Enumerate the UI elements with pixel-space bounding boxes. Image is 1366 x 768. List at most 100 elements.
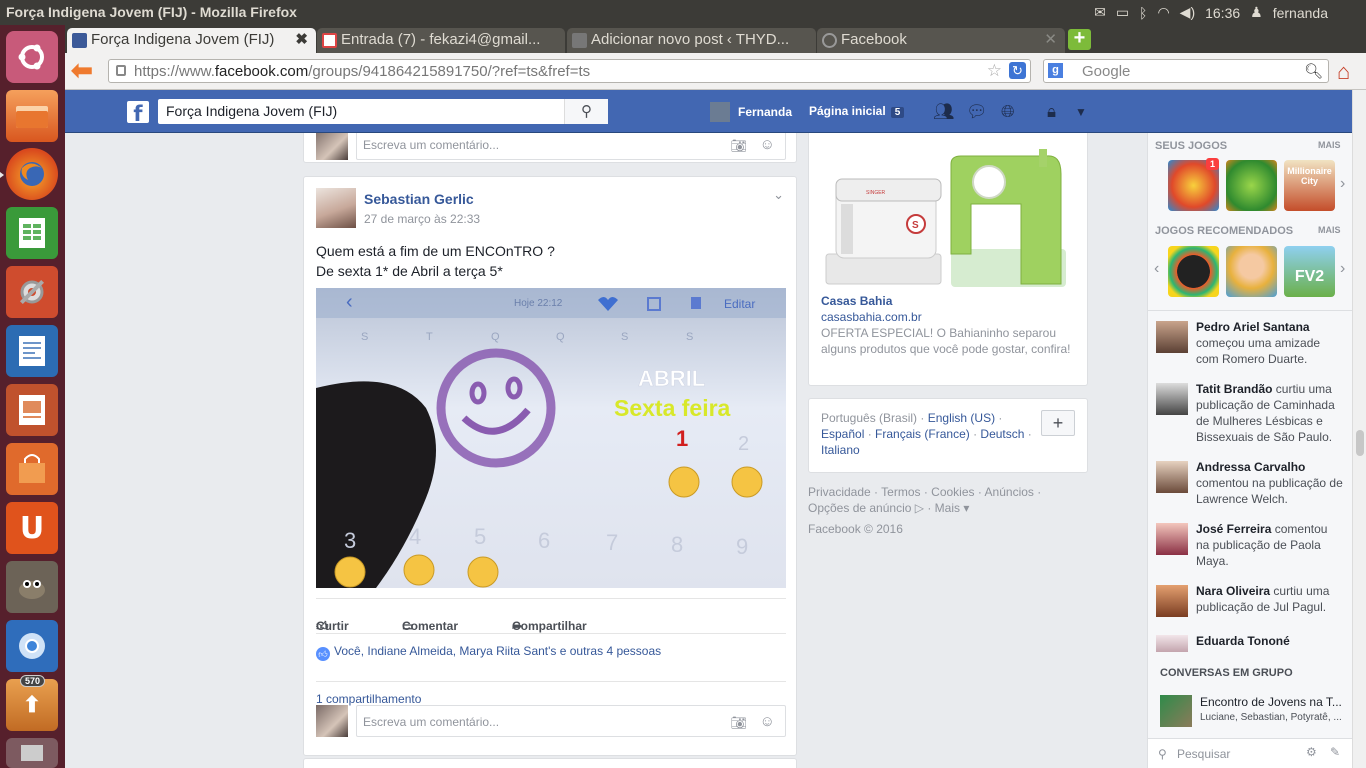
more-link[interactable]: MAIS (1318, 140, 1341, 150)
wifi-icon[interactable]: ◠ (1157, 4, 1169, 21)
language-link[interactable]: Italiano (821, 443, 860, 457)
trash-icon[interactable] (6, 738, 58, 768)
notifications-globe-icon[interactable]: 🌐︎ (1001, 102, 1015, 122)
games-next-chevron-icon[interactable]: › (1340, 175, 1345, 193)
language-link[interactable]: Español (821, 427, 864, 441)
tab-forca-indigena[interactable]: Força Indigena Jovem (FIJ) ✖ (67, 28, 316, 53)
post-timestamp[interactable]: 27 de março às 22:33 (364, 212, 480, 226)
likes-summary[interactable]: 👍︎ Você, Indiane Almeida, Marya Riita San… (316, 644, 661, 661)
site-identity-icon[interactable] (116, 65, 126, 76)
footer-link[interactable]: Cookies (931, 485, 974, 499)
url-bar[interactable]: https://www.facebook.com/groups/94186421… (108, 59, 1031, 83)
facebook-logo-icon[interactable]: f (127, 101, 149, 126)
tab-gmail[interactable]: Entrada (7) - fekazi4@gmail... ✕ (317, 28, 565, 53)
post-photo[interactable]: ‹ Hoje 22:12 Editar S T Q Q S S ABRIL Se… (316, 288, 786, 588)
back-button[interactable]: ⬅ (71, 57, 97, 83)
shopping-bag-icon (19, 454, 45, 483)
libreoffice-impress-icon[interactable] (6, 384, 58, 436)
chat-settings-icon[interactable]: ⚙ (1306, 745, 1317, 759)
bluetooth-icon[interactable]: ᛒ (1139, 5, 1147, 21)
sewing-machines-illustration: S SINGER (825, 149, 1066, 287)
ticker-name: Andressa Carvalho (1196, 460, 1306, 474)
camera-icon[interactable]: 📷︎ (730, 715, 747, 731)
post-options-chevron-icon[interactable]: ⌄ (773, 187, 784, 203)
post-author[interactable]: Sebastian Gerlic (364, 191, 474, 207)
new-message-icon[interactable]: ✎ (1330, 745, 1340, 759)
ubuntu-dash-icon[interactable] (6, 31, 58, 83)
svg-text:S: S (912, 220, 919, 231)
search-icon[interactable]: ⚲ (564, 99, 608, 124)
comment-input[interactable]: Escreva um comentário... 📷︎ ☺ (356, 705, 786, 737)
scrollbar-thumb[interactable] (1356, 430, 1364, 456)
new-tab-button[interactable]: + (1068, 28, 1091, 50)
language-link[interactable]: English (US) (928, 411, 995, 425)
clock[interactable]: 16:36 (1205, 5, 1240, 21)
ubuntu-one-icon[interactable]: U (6, 502, 58, 554)
volume-icon[interactable]: ◀) (1180, 4, 1195, 21)
tab-wordpress[interactable]: Adicionar novo post ‹ THYD... ✕ (567, 28, 816, 53)
page-favicon-icon (572, 33, 587, 48)
emoji-icon[interactable]: ☺ (760, 713, 775, 730)
emoji-icon[interactable]: ☺ (760, 136, 775, 153)
camera-icon[interactable]: 📷︎ (730, 138, 747, 154)
update-manager-icon[interactable]: ⬆ 570 (6, 675, 58, 731)
profile-link[interactable]: Fernanda (710, 102, 792, 122)
messages-icon[interactable]: 💬︎ (966, 102, 988, 122)
game-color-wheel[interactable] (1168, 246, 1219, 297)
ad-domain[interactable]: casasbahia.com.br (821, 310, 922, 324)
footer-link[interactable]: Opções de anúncio (808, 501, 911, 515)
more-link[interactable]: MAIS (1318, 225, 1341, 235)
ticker-text: Andressa Carvalho comentou na publicação… (1196, 459, 1344, 507)
recommended-prev-chevron-icon[interactable]: ‹ (1154, 260, 1159, 278)
user-icon[interactable]: ♟ (1250, 4, 1263, 21)
gimp-icon[interactable] (6, 561, 58, 613)
footer-more-link[interactable]: Mais (935, 501, 960, 515)
recommended-next-chevron-icon[interactable]: › (1340, 260, 1345, 278)
footer-link[interactable]: Termos (881, 485, 920, 499)
tab-facebook[interactable]: Facebook ✕ (817, 28, 1065, 53)
game-monster[interactable] (1226, 160, 1277, 211)
files-icon[interactable] (6, 90, 58, 142)
search-engine-box[interactable]: g Google 🔍︎ (1043, 59, 1329, 83)
ad-title[interactable]: Casas Bahia (821, 294, 892, 308)
game-farmville-2[interactable]: FV2 (1284, 246, 1335, 297)
game-candy-crush[interactable]: 1 (1168, 158, 1219, 211)
libreoffice-calc-icon[interactable] (6, 207, 58, 259)
ad-image[interactable]: S SINGER (821, 144, 1071, 289)
window-title: Força Indigena Jovem (FIJ) - Mozilla Fir… (6, 4, 297, 20)
battery-icon[interactable]: ▭ (1116, 4, 1129, 21)
footer-link[interactable]: Privacidade (808, 485, 871, 499)
footer-link[interactable]: Anúncios (985, 485, 1034, 499)
libreoffice-writer-icon[interactable] (6, 325, 58, 377)
search-icon[interactable]: 🔍︎ (1304, 62, 1323, 80)
google-engine-icon[interactable]: g (1048, 63, 1063, 78)
page-scrollbar[interactable] (1352, 90, 1366, 768)
weekday-label: Q (491, 331, 500, 343)
chat-search-input[interactable]: ⚲ Pesquisar ⚙ ✎ (1148, 738, 1353, 768)
home-icon[interactable]: ⌂ (1337, 59, 1350, 85)
more-languages-button[interactable]: + (1041, 410, 1075, 436)
mail-icon[interactable]: ✉ (1094, 4, 1106, 21)
reload-icon[interactable]: ↻ (1009, 62, 1026, 79)
close-tab-icon[interactable]: ✖ (295, 30, 308, 48)
language-link[interactable]: Français (France) (875, 427, 970, 441)
language-link[interactable]: Deutsch (980, 427, 1024, 441)
bookmark-star-icon[interactable]: ☆ (987, 61, 1002, 81)
firefox-icon[interactable] (6, 148, 58, 200)
adchoices-icon[interactable]: ▷ (915, 501, 924, 515)
ubuntu-software-center-icon[interactable] (6, 443, 58, 495)
privacy-lock-icon[interactable]: 🔒︎ (1047, 102, 1056, 122)
account-menu-chevron-icon[interactable]: ▼ (1075, 105, 1087, 119)
game-millionaire-city[interactable]: Millionaire City (1284, 160, 1335, 211)
session-user[interactable]: fernanda (1273, 5, 1328, 21)
author-avatar[interactable] (316, 188, 356, 228)
facebook-search-input[interactable]: Força Indigena Jovem (FIJ) ⚲ (158, 99, 608, 124)
chromium-icon[interactable] (6, 620, 58, 672)
unity-launcher: U ⬆ 570 (0, 25, 65, 768)
friend-requests-icon[interactable]: 👥︎ (933, 102, 955, 122)
home-link[interactable]: Página inicial 5 (809, 104, 905, 118)
comment-input[interactable]: Escreva um comentário... 📷︎ ☺ (356, 133, 786, 160)
game-character[interactable] (1226, 246, 1277, 297)
close-tab-icon[interactable]: ✕ (1044, 30, 1057, 48)
system-settings-icon[interactable] (6, 266, 58, 318)
